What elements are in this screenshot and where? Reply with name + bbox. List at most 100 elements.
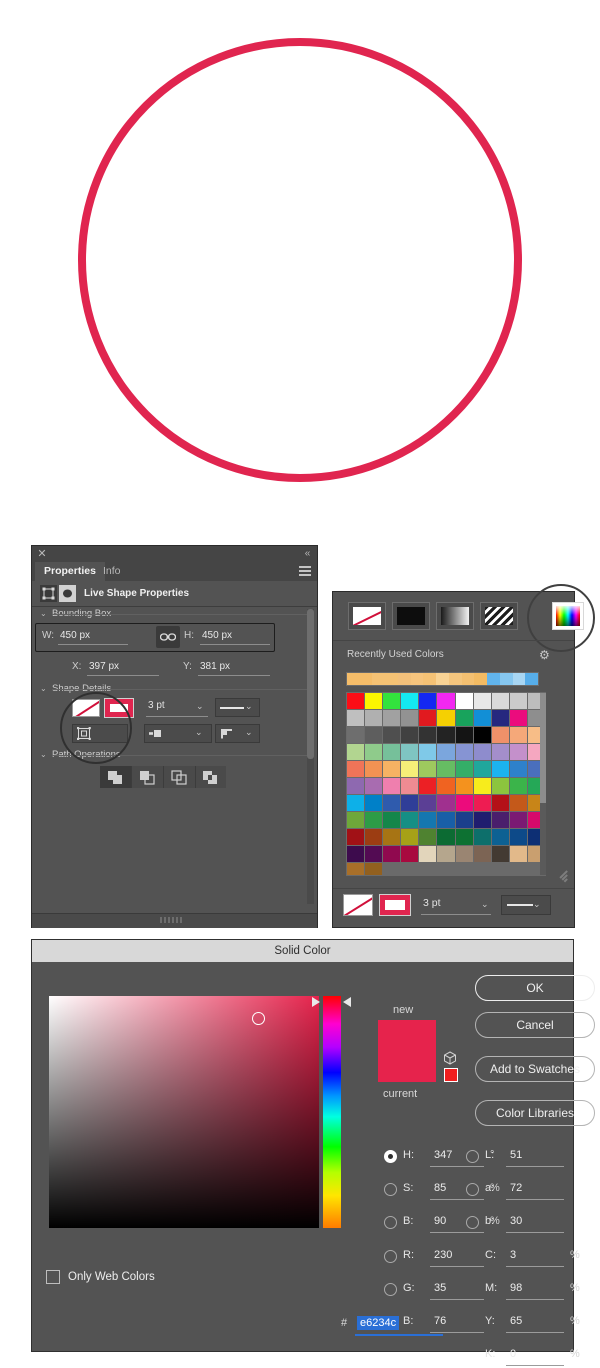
lab-a-radio[interactable]	[466, 1183, 479, 1196]
yellow-input[interactable]: 65	[510, 1315, 522, 1327]
section-bounding-box[interactable]: ⌄ Bounding Box	[32, 607, 317, 621]
out-of-gamut-color-swatch[interactable]	[444, 1068, 458, 1082]
color-swatch[interactable]	[473, 761, 491, 777]
stroke-style-dropdown[interactable]	[215, 698, 260, 717]
color-swatch[interactable]	[419, 812, 437, 828]
color-swatch[interactable]	[473, 744, 491, 760]
footer-fill-color-swatch[interactable]	[379, 894, 411, 916]
magenta-row[interactable]: M: 98 %	[466, 1281, 600, 1301]
color-swatch[interactable]	[383, 744, 401, 760]
color-swatch[interactable]	[437, 846, 455, 862]
saturation-brightness-marker[interactable]	[252, 1012, 265, 1025]
color-swatch[interactable]	[401, 778, 419, 794]
color-swatch[interactable]	[437, 727, 455, 743]
resize-grip-icon[interactable]	[160, 917, 190, 923]
color-swatch[interactable]	[491, 744, 509, 760]
recent-color-swatch[interactable]	[436, 673, 449, 685]
color-swatch[interactable]	[473, 829, 491, 845]
pattern-button[interactable]	[480, 602, 518, 630]
swatch-grid-scrollbar-thumb[interactable]	[540, 693, 546, 803]
color-swatch[interactable]	[437, 710, 455, 726]
lab-a-row[interactable]: a: 72	[466, 1181, 600, 1201]
color-swatch[interactable]	[455, 761, 473, 777]
gradient-button[interactable]	[436, 602, 474, 630]
color-swatch[interactable]	[419, 761, 437, 777]
color-swatch[interactable]	[419, 744, 437, 760]
recent-color-swatch[interactable]	[423, 673, 437, 685]
exclude-overlapping-shapes-button[interactable]	[196, 766, 226, 788]
recent-color-swatch[interactable]	[410, 673, 424, 685]
chevron-down-icon[interactable]: ⌄	[245, 701, 253, 712]
height-input[interactable]: 450 px	[202, 630, 232, 641]
green-input[interactable]: 35	[434, 1282, 446, 1294]
color-swatch[interactable]	[419, 693, 437, 709]
properties-scrollbar-thumb[interactable]	[307, 609, 314, 759]
solid-color-button[interactable]	[392, 602, 430, 630]
ellipse-shape[interactable]	[78, 38, 522, 482]
subtract-front-shape-button[interactable]	[132, 766, 164, 788]
color-swatch[interactable]	[491, 829, 509, 845]
color-swatch[interactable]	[491, 812, 509, 828]
chevron-down-icon[interactable]: ⌄	[195, 727, 203, 738]
green-radio[interactable]	[384, 1283, 397, 1296]
lab-a-input[interactable]: 72	[510, 1182, 522, 1194]
color-swatch[interactable]	[509, 710, 527, 726]
panel-menu-icon[interactable]	[299, 566, 311, 577]
color-swatch[interactable]	[473, 693, 491, 709]
lab-l-input[interactable]: 51	[510, 1149, 522, 1161]
recent-color-swatch[interactable]	[474, 673, 488, 685]
color-swatch[interactable]	[347, 863, 365, 875]
color-swatch[interactable]	[455, 812, 473, 828]
recent-color-swatch[interactable]	[499, 673, 513, 685]
color-swatch[interactable]	[455, 795, 473, 811]
red-input[interactable]: 230	[434, 1249, 452, 1261]
stroke-corner-dropdown[interactable]	[215, 724, 260, 743]
color-swatch[interactable]	[437, 829, 455, 845]
brightness-input[interactable]: 90	[434, 1215, 446, 1227]
collapse-panel-icon[interactable]: «	[300, 547, 314, 560]
color-swatch[interactable]	[455, 693, 473, 709]
hex-input[interactable]: e6234c	[357, 1316, 400, 1330]
color-swatch[interactable]	[509, 761, 527, 777]
color-swatch[interactable]	[365, 693, 383, 709]
color-swatch[interactable]	[455, 778, 473, 794]
black-input[interactable]: 0	[510, 1348, 516, 1360]
color-swatch[interactable]	[401, 761, 419, 777]
color-swatch[interactable]	[455, 829, 473, 845]
recent-color-swatch[interactable]	[372, 673, 386, 685]
color-swatch[interactable]	[473, 812, 491, 828]
color-swatch[interactable]	[365, 778, 383, 794]
color-swatch[interactable]	[419, 710, 437, 726]
magenta-input[interactable]: 98	[510, 1282, 522, 1294]
section-shape-details[interactable]: ⌄ Shape Details	[32, 682, 317, 696]
color-swatch[interactable]	[491, 761, 509, 777]
brightness-radio[interactable]	[384, 1216, 397, 1229]
ok-button[interactable]: OK	[475, 975, 595, 1001]
add-to-swatches-button[interactable]: Add to Swatches	[475, 1056, 595, 1082]
recent-color-swatch[interactable]	[525, 673, 539, 685]
cyan-row[interactable]: C: 3 %	[466, 1248, 600, 1268]
saturation-radio[interactable]	[384, 1183, 397, 1196]
combine-shapes-button[interactable]	[100, 766, 132, 788]
cancel-button[interactable]: Cancel	[475, 1012, 595, 1038]
color-swatch[interactable]	[383, 778, 401, 794]
color-swatch[interactable]	[365, 795, 383, 811]
color-swatch[interactable]	[401, 727, 419, 743]
blue-input[interactable]: 76	[434, 1315, 446, 1327]
color-swatch[interactable]	[365, 727, 383, 743]
color-swatch[interactable]	[401, 710, 419, 726]
color-swatch[interactable]	[437, 778, 455, 794]
color-swatch[interactable]	[419, 795, 437, 811]
color-swatch[interactable]	[509, 778, 527, 794]
color-swatch[interactable]	[491, 778, 509, 794]
color-swatch[interactable]	[347, 744, 365, 760]
saturation-input[interactable]: 85	[434, 1182, 446, 1194]
color-swatch[interactable]	[509, 727, 527, 743]
chevron-down-icon[interactable]: ⌄	[196, 701, 204, 712]
color-swatch[interactable]	[347, 778, 365, 794]
x-input[interactable]: 397 px	[89, 661, 119, 672]
width-input[interactable]: 450 px	[60, 630, 90, 641]
color-swatch[interactable]	[455, 710, 473, 726]
color-swatch[interactable]	[347, 812, 365, 828]
color-swatch[interactable]	[347, 693, 365, 709]
